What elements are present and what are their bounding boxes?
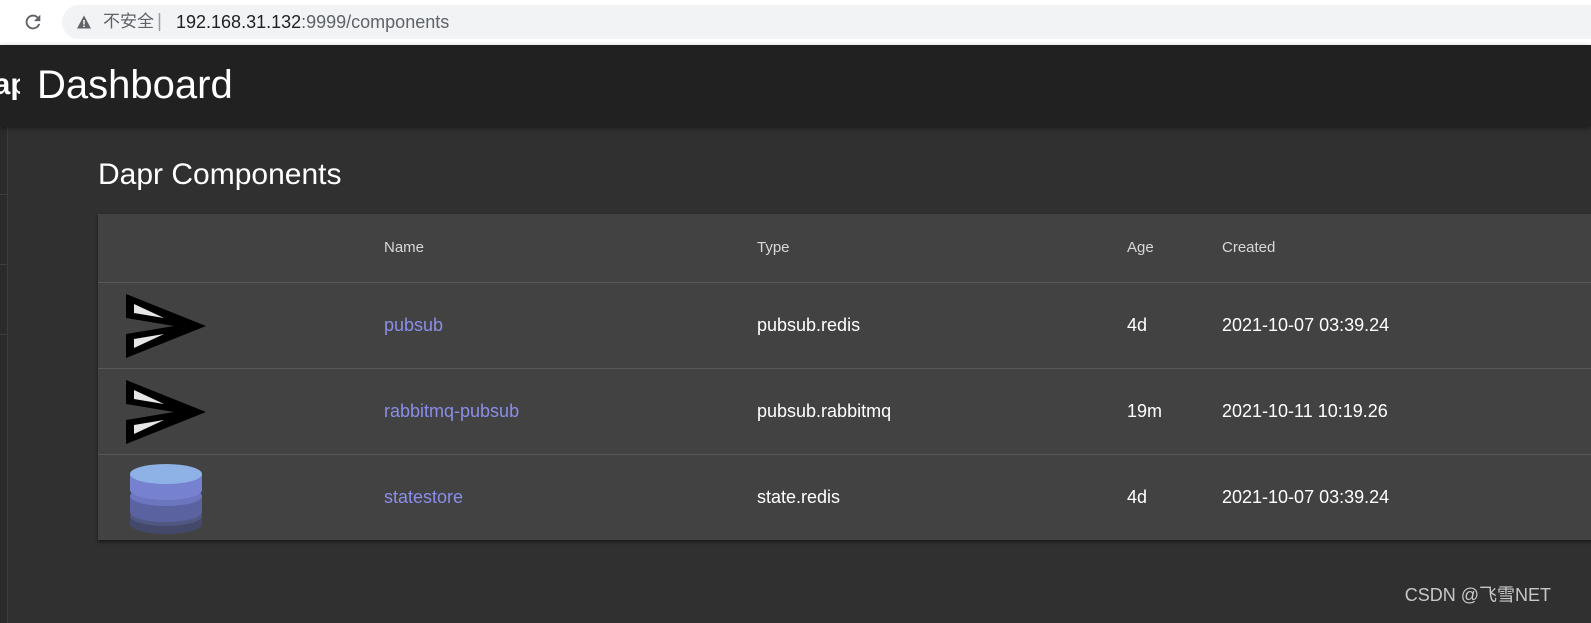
component-type: pubsub.redis bbox=[757, 315, 861, 335]
side-nav-strip bbox=[0, 126, 8, 623]
column-header-age[interactable]: Age bbox=[1127, 214, 1154, 282]
send-icon bbox=[126, 294, 206, 358]
watermark-text: CSDN @飞雪NET bbox=[1404, 585, 1551, 605]
component-type: state.redis bbox=[757, 487, 841, 507]
dapr-logo[interactable]: Dapr bbox=[0, 67, 20, 103]
component-age: 19m bbox=[1127, 401, 1163, 421]
app-title: Dashboard bbox=[37, 63, 233, 107]
url-separator: | bbox=[157, 11, 162, 32]
database-icon bbox=[130, 464, 202, 534]
component-age: 4d bbox=[1127, 315, 1148, 335]
column-header-name[interactable]: Name bbox=[384, 214, 424, 282]
table-header: Name Type Age Created bbox=[98, 214, 1591, 283]
component-age: 4d bbox=[1127, 487, 1148, 507]
url-host: 192.168.31.132 bbox=[176, 12, 302, 32]
app-header: Dapr Dashboard bbox=[0, 45, 1591, 126]
browser-toolbar: › 不安全 | 192.168.31.132:9999/components bbox=[0, 0, 1591, 45]
reload-icon[interactable] bbox=[22, 11, 44, 33]
url-path: :9999/components bbox=[301, 12, 450, 32]
address-bar[interactable]: 不安全 | 192.168.31.132:9999/components bbox=[62, 5, 1591, 39]
url-text[interactable]: 192.168.31.132:9999/components bbox=[176, 5, 449, 39]
component-name-link[interactable]: rabbitmq-pubsub bbox=[384, 369, 519, 454]
warning-icon[interactable] bbox=[76, 14, 92, 30]
column-header-type[interactable]: Type bbox=[757, 214, 790, 282]
component-name-link[interactable]: statestore bbox=[384, 455, 463, 540]
components-table: Name Type Age Created pubsub pubsub.redi… bbox=[98, 214, 1591, 540]
security-label[interactable]: 不安全 bbox=[103, 5, 154, 39]
table-row: rabbitmq-pubsub pubsub.rabbitmq 19m 2021… bbox=[98, 369, 1591, 455]
side-nav-divider bbox=[0, 264, 7, 265]
component-created: 2021-10-07 03:39.24 bbox=[1222, 315, 1390, 335]
table-row: statestore state.redis 4d 2021-10-07 03:… bbox=[98, 455, 1591, 540]
page-title: Dapr Components bbox=[98, 158, 342, 191]
component-created: 2021-10-11 10:19.26 bbox=[1222, 401, 1388, 421]
component-created: 2021-10-07 03:39.24 bbox=[1222, 487, 1390, 507]
table-row: pubsub pubsub.redis 4d 2021-10-07 03:39.… bbox=[98, 283, 1591, 369]
component-type: pubsub.rabbitmq bbox=[757, 401, 892, 421]
send-icon bbox=[126, 380, 206, 444]
side-nav-divider bbox=[0, 334, 7, 335]
forward-arrow-icon[interactable]: › bbox=[0, 12, 10, 32]
side-nav-divider bbox=[0, 194, 7, 195]
column-header-created[interactable]: Created bbox=[1222, 214, 1275, 282]
component-name-link[interactable]: pubsub bbox=[384, 283, 443, 368]
